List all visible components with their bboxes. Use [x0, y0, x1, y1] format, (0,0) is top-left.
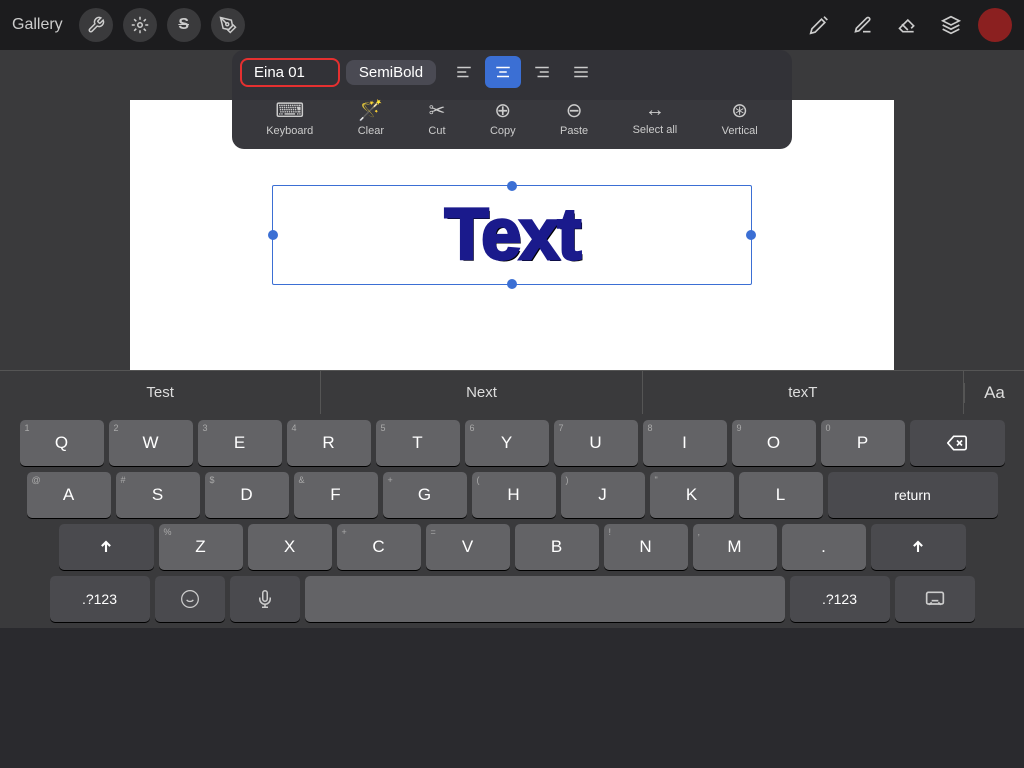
align-left-button[interactable] [446, 56, 482, 88]
keyboard-row-2: @A #S $D &F +G (H )J "K L return [4, 472, 1020, 518]
align-right-button[interactable] [524, 56, 560, 88]
key-period[interactable]: . [782, 524, 866, 570]
key-y[interactable]: 6Y [465, 420, 549, 466]
layers-icon[interactable] [934, 8, 968, 42]
brush-icon[interactable] [211, 8, 245, 42]
gallery-button[interactable]: Gallery [12, 16, 63, 34]
key-o[interactable]: 9O [732, 420, 816, 466]
clear-label: Clear [358, 125, 384, 137]
key-r[interactable]: 4R [287, 420, 371, 466]
key-i[interactable]: 8I [643, 420, 727, 466]
keyboard: 1Q 2W 3E 4R 5T 6Y 7U 8I 9O 0P @A #S $D &… [0, 414, 1024, 628]
select-all-action[interactable]: ↔ Select all [621, 95, 690, 140]
key-l[interactable]: L [739, 472, 823, 518]
top-bar: Gallery S [0, 0, 1024, 50]
vertical-action[interactable]: ⊛ Vertical [710, 94, 770, 141]
paste-action[interactable]: ⊖ Paste [548, 94, 600, 141]
key-e[interactable]: 3E [198, 420, 282, 466]
tool-icons: S [79, 8, 245, 42]
select-all-label: Select all [633, 124, 678, 136]
keyboard-row-4: .?123 .?123 [4, 576, 1020, 622]
copy-label: Copy [490, 125, 516, 137]
key-j[interactable]: )J [561, 472, 645, 518]
copy-icon: ⊕ [494, 98, 511, 123]
clear-action[interactable]: 🪄 Clear [346, 94, 396, 141]
numbers-key-right[interactable]: .?123 [790, 576, 890, 622]
top-bar-right [802, 8, 1012, 42]
handle-left[interactable] [268, 230, 278, 240]
pen-icon[interactable] [802, 8, 836, 42]
key-s[interactable]: #S [116, 472, 200, 518]
handle-top[interactable] [507, 181, 517, 191]
autocorrect-item-3[interactable]: texT [643, 371, 964, 414]
key-q[interactable]: 1Q [20, 420, 104, 466]
font-style-selector[interactable]: SemiBold [346, 60, 436, 85]
autocorrect-item-2[interactable]: Next [321, 371, 642, 414]
key-t[interactable]: 5T [376, 420, 460, 466]
key-v[interactable]: =V [426, 524, 510, 570]
key-b[interactable]: B [515, 524, 599, 570]
cut-action[interactable]: ✂ Cut [416, 94, 457, 141]
paste-icon: ⊖ [566, 98, 583, 123]
keyboard-action[interactable]: ⌨ Keyboard [254, 94, 325, 141]
align-justify-button[interactable] [563, 56, 599, 88]
keyboard-icon: ⌨ [275, 98, 304, 123]
toolbar-popup: Eina 01 SemiBold [232, 50, 792, 149]
text-selection[interactable]: Text [272, 185, 752, 285]
keyboard-dismiss-key[interactable] [895, 576, 975, 622]
canvas-area: Eina 01 SemiBold [0, 50, 1024, 370]
copy-action[interactable]: ⊕ Copy [478, 94, 528, 141]
key-h[interactable]: (H [472, 472, 556, 518]
autocorrect-bar: Test Next texT Aa [0, 370, 1024, 414]
cut-label: Cut [428, 125, 445, 137]
autocorrect-item-1[interactable]: Test [0, 371, 321, 414]
keyboard-row-1: 1Q 2W 3E 4R 5T 6Y 7U 8I 9O 0P [4, 420, 1020, 466]
shift-key-right[interactable] [871, 524, 966, 570]
paste-label: Paste [560, 125, 588, 137]
keyboard-label: Keyboard [266, 125, 313, 137]
key-c[interactable]: +C [337, 524, 421, 570]
key-p[interactable]: 0P [821, 420, 905, 466]
font-name-selector[interactable]: Eina 01 [240, 58, 340, 87]
toolbar-row2: ⌨ Keyboard 🪄 Clear ✂ Cut ⊕ Copy ⊖ Paste … [240, 92, 784, 143]
key-m[interactable]: ,M [693, 524, 777, 570]
user-avatar[interactable] [978, 8, 1012, 42]
numbers-key[interactable]: .?123 [50, 576, 150, 622]
microphone-key[interactable] [230, 576, 300, 622]
key-x[interactable]: X [248, 524, 332, 570]
key-f[interactable]: &F [294, 472, 378, 518]
canvas-text: Text [445, 194, 580, 276]
vertical-label: Vertical [722, 125, 758, 137]
handle-bottom[interactable] [507, 279, 517, 289]
emoji-key[interactable] [155, 576, 225, 622]
key-g[interactable]: +G [383, 472, 467, 518]
return-key[interactable]: return [828, 472, 998, 518]
pencil-icon[interactable] [846, 8, 880, 42]
aa-button[interactable]: Aa [964, 383, 1024, 403]
key-d[interactable]: $D [205, 472, 289, 518]
align-center-button[interactable] [485, 56, 521, 88]
toolbar-row1: Eina 01 SemiBold [240, 56, 784, 88]
key-u[interactable]: 7U [554, 420, 638, 466]
key-k[interactable]: "K [650, 472, 734, 518]
eraser-icon[interactable] [890, 8, 924, 42]
space-key[interactable] [305, 576, 785, 622]
key-w[interactable]: 2W [109, 420, 193, 466]
adjustments-icon[interactable] [123, 8, 157, 42]
key-a[interactable]: @A [27, 472, 111, 518]
alignment-buttons [446, 56, 599, 88]
vertical-icon: ⊛ [731, 98, 748, 123]
select-all-icon: ↔ [645, 99, 665, 122]
clear-icon: 🪄 [358, 98, 383, 123]
key-z[interactable]: %Z [159, 524, 243, 570]
delete-key[interactable] [910, 420, 1005, 466]
handle-right[interactable] [746, 230, 756, 240]
cut-icon: ✂ [429, 98, 446, 123]
text-style-icon[interactable]: S [167, 8, 201, 42]
key-n[interactable]: !N [604, 524, 688, 570]
shift-key-left[interactable] [59, 524, 154, 570]
wrench-icon[interactable] [79, 8, 113, 42]
keyboard-row-3: %Z X +C =V B !N ,M . [4, 524, 1020, 570]
